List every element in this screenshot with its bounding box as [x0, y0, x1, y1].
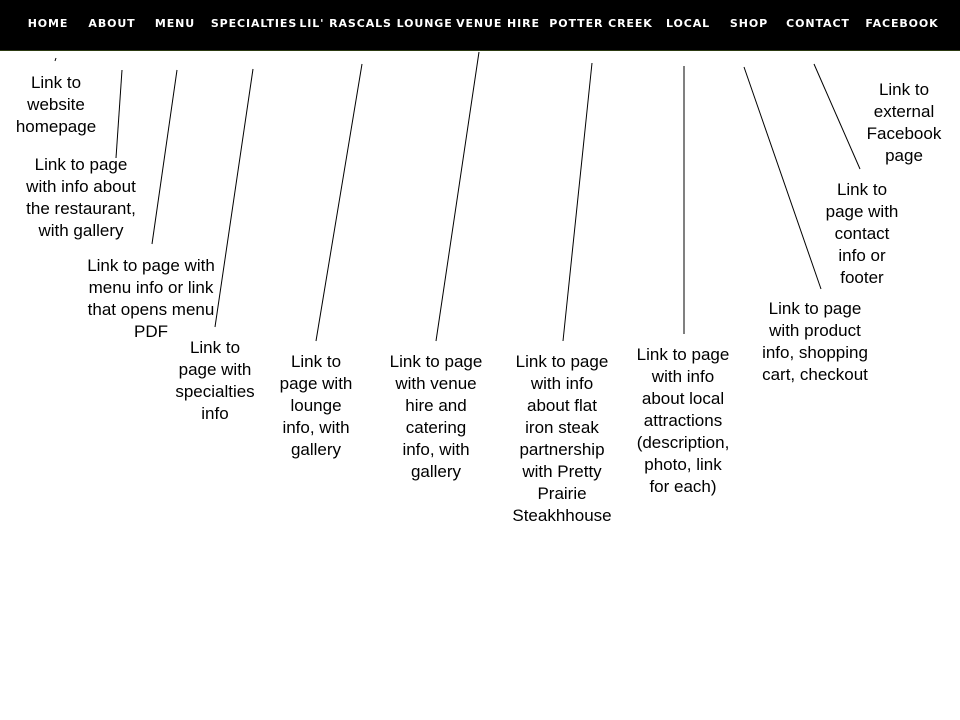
connector-shop — [813, 63, 861, 170]
annotation-menu: Link to page with menu info or link that… — [87, 256, 215, 341]
nav-home-link[interactable]: HOME — [28, 17, 69, 30]
nav-shop-link[interactable]: SHOP — [730, 17, 768, 30]
connector-menu — [214, 68, 254, 328]
nav-venue-hire-link[interactable]: VENUE HIRE — [456, 17, 540, 30]
annotation-venue-hire: Link to page with venue hire and caterin… — [389, 352, 483, 481]
nav-facebook-link[interactable]: FACEBOOK — [865, 17, 938, 30]
annotation-shop: Link to page with product info, shopping… — [762, 299, 868, 384]
connector-home — [115, 69, 123, 159]
nav-potter-creek-link[interactable]: POTTER CREEK — [549, 17, 652, 30]
annotation-home: Link to website homepage — [15, 73, 97, 136]
connector-specialties — [315, 63, 363, 342]
annotation-lounge: Link to page with lounge info, with gall… — [279, 352, 353, 459]
nav-about-link[interactable]: ABOUT — [88, 17, 135, 30]
nav-local-link[interactable]: LOCAL — [666, 17, 710, 30]
annotation-facebook: Link to external Facebook page — [866, 80, 942, 165]
annotation-specialties: Link to page with specialties info — [175, 338, 255, 423]
nav-contact-link[interactable]: CONTACT — [786, 17, 850, 30]
annotation-potter-creek: Link to page with info about flat iron s… — [512, 352, 612, 525]
connector-about — [151, 69, 178, 245]
connector-venue-hire — [562, 62, 593, 342]
annotation-contact: Link to page with contact info or footer — [825, 180, 899, 287]
annotation-local: Link to page with info about local attra… — [636, 345, 730, 496]
connector-lounge — [435, 51, 480, 342]
top-navigation-bar: HOME ABOUT MENU SPECIALTIES LIL' RASCALS… — [0, 0, 960, 50]
annotation-about: Link to page with info about the restaur… — [26, 155, 136, 240]
nav-lil-rascals-lounge-link[interactable]: LIL' RASCALS LOUNGE — [299, 17, 452, 30]
connector-tick-mark — [54, 57, 57, 62]
nav-menu-link[interactable]: MENU — [155, 17, 195, 30]
connector-local — [743, 66, 822, 290]
nav-specialties-link[interactable]: SPECIALTIES — [211, 17, 297, 30]
